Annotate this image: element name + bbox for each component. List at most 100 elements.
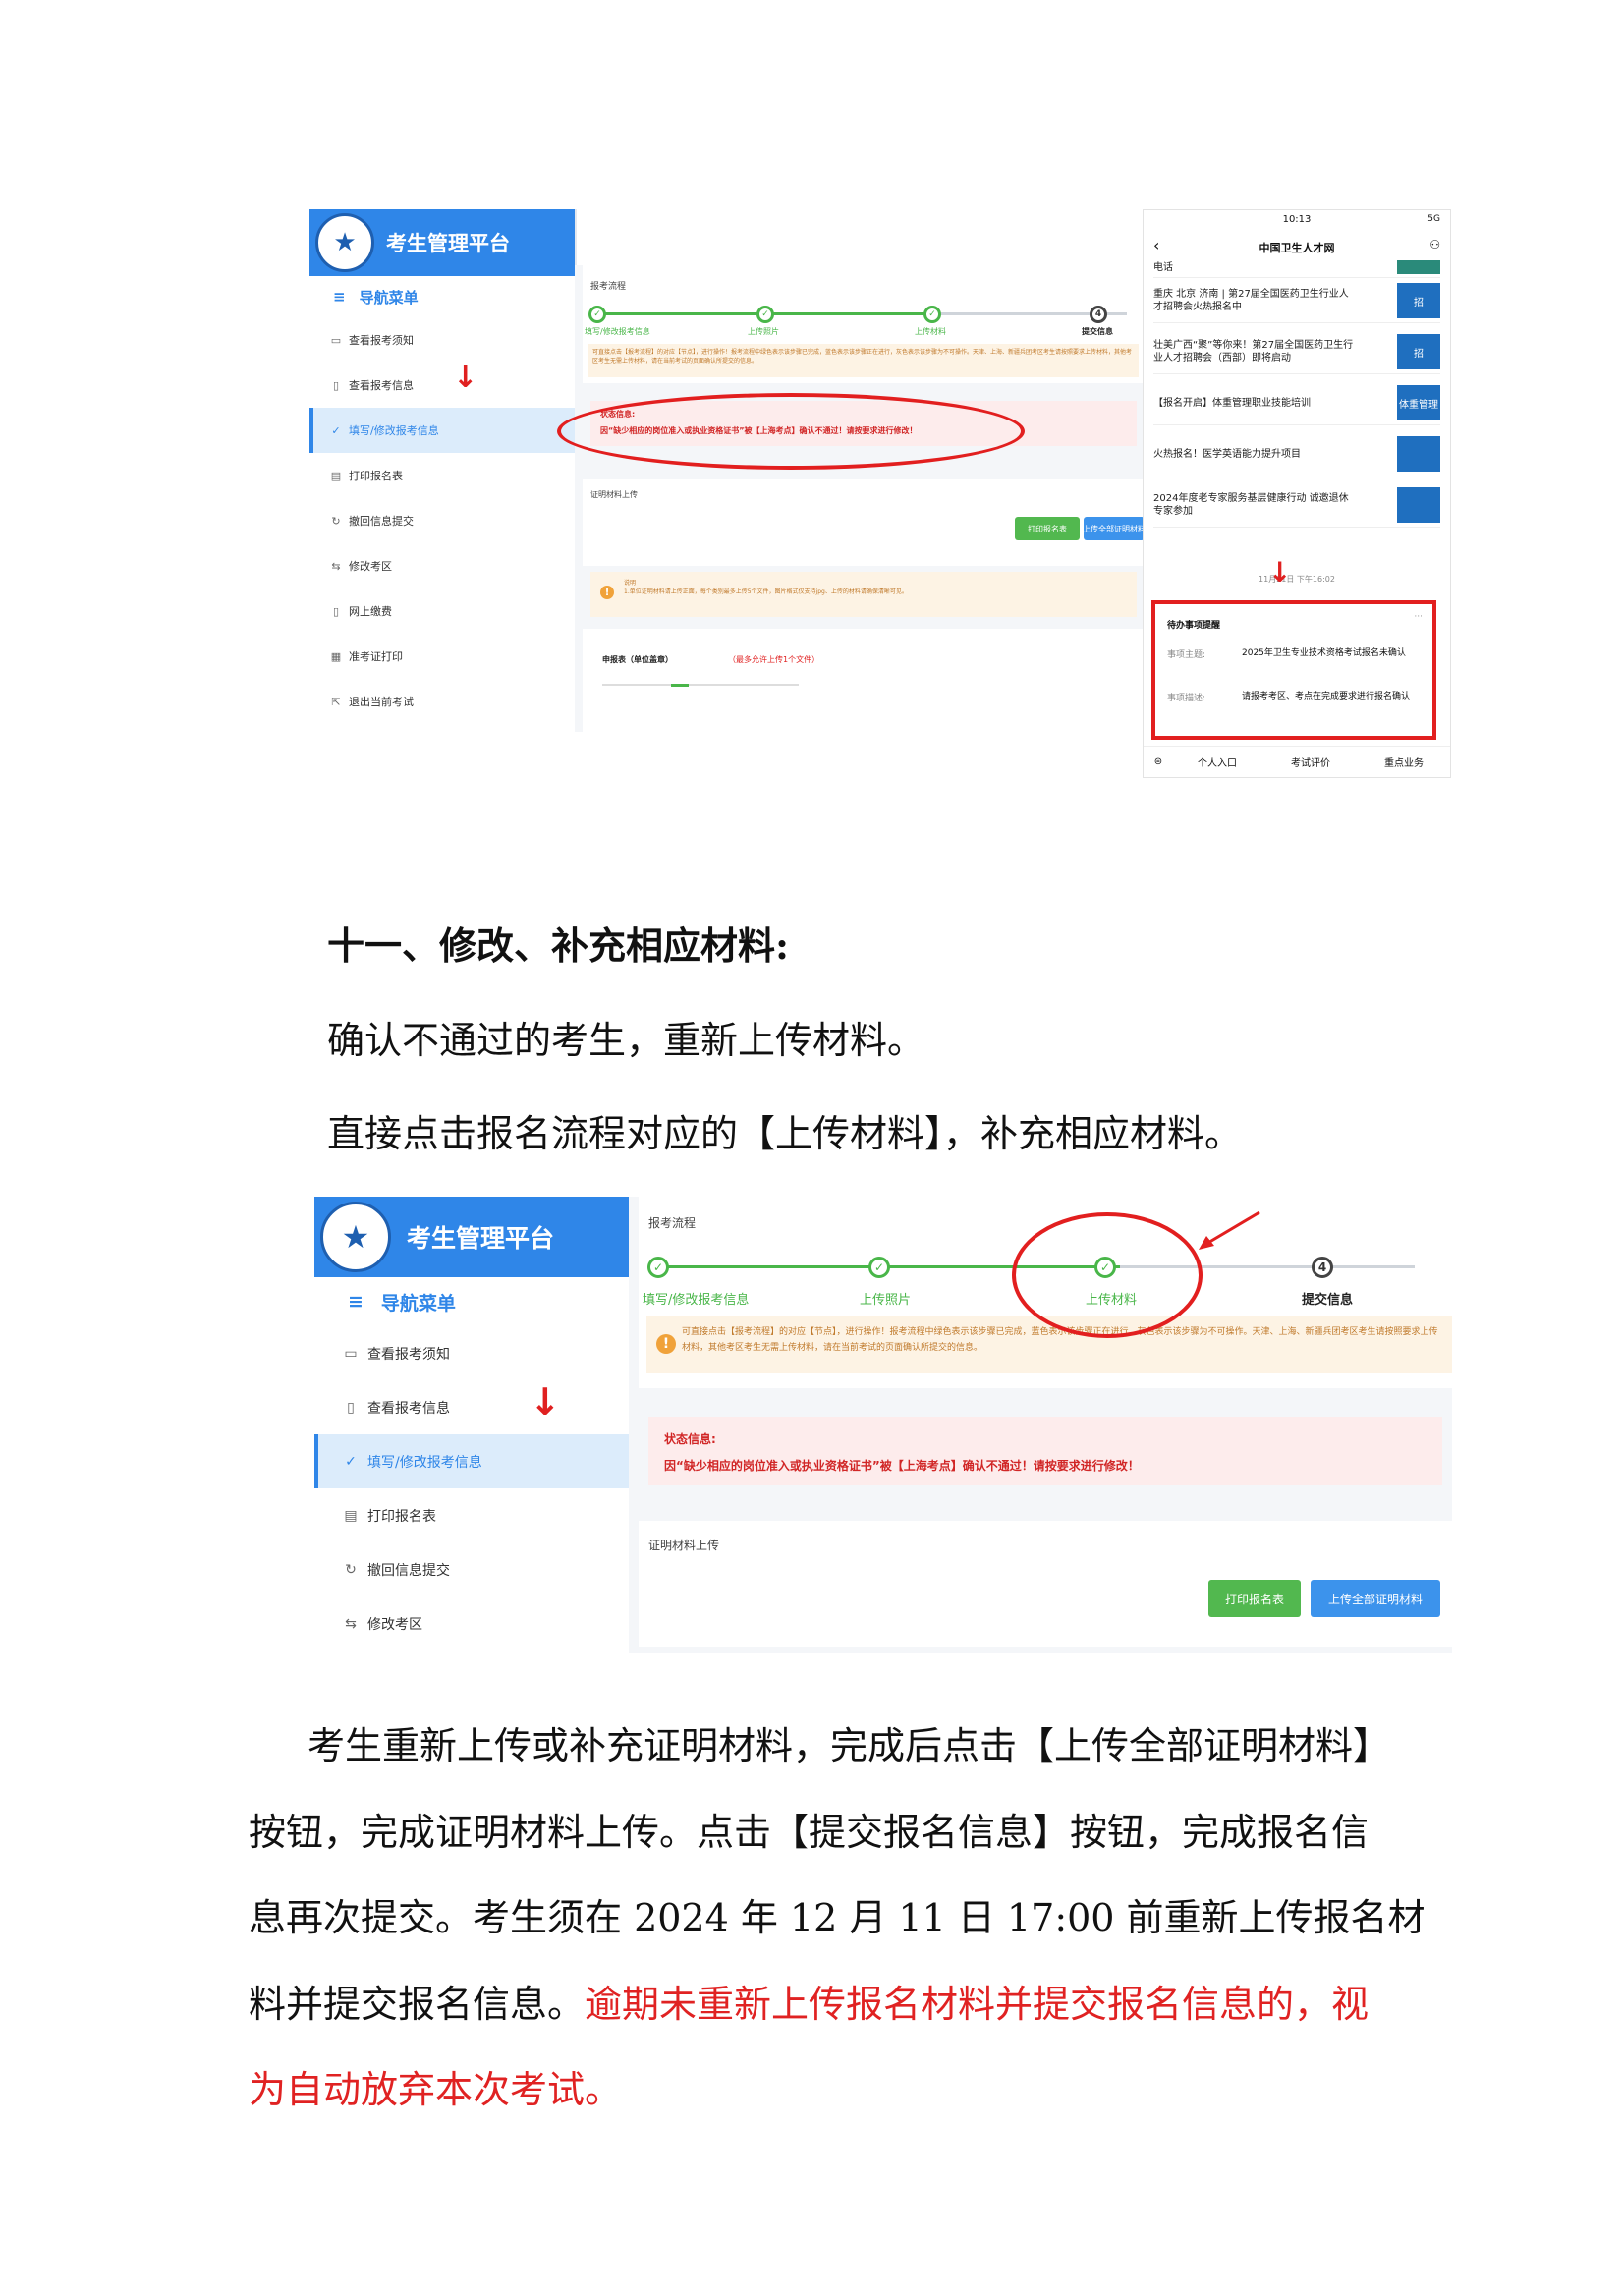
sidebar-item[interactable]: ⇱ 退出当前考试 [309,679,575,724]
sidebar-item[interactable]: ▯ 网上缴费 [309,588,575,634]
news-item[interactable]: 【报名开启】体重管理职业技能培训 体重管理 [1153,381,1440,425]
phone-screenshot: 10:13 5G ‹ 中国卫生人才网 ⚇ 电话 重庆 北京 济南 | 第27届全国… [1143,209,1451,778]
sidebar-item[interactable]: ✓ 填写/修改报考信息 [314,1434,629,1488]
sidebar-item[interactable]: ▯ 查看报考信息 [314,1380,629,1434]
sidebar-item-label: 网上缴费 [349,605,392,618]
sidebar-item[interactable]: ▤ 打印报名表 [314,1488,629,1542]
sidebar-item[interactable]: ⇆ 修改考区 [309,543,575,588]
paragraph-1: 确认不通过的考生，重新上传材料。 [327,1019,925,1062]
sidebar-item[interactable]: ⇆ 修改考区 [314,1596,629,1651]
keyboard-icon[interactable]: ⊜ [1144,756,1173,767]
upload-card: 证明材料上传 打印报名表 上传全部证明材料 [583,479,1145,566]
down-arrow-icon: ↓ [453,361,478,395]
sidebar-item-label: 填写/修改报考信息 [367,1454,482,1471]
section-heading: 十一、修改、补充相应材料: [327,924,790,968]
step-4-dot[interactable]: 4 [1312,1257,1333,1278]
sidebar: ★ 考生管理平台 ≡ 导航菜单 ▭ 查看报考须知 ▯ 查看报考信息 ✓ 填写/修改报考信息… [309,209,577,732]
tab-exam[interactable]: 考试评价 [1261,755,1360,769]
material-hint: （最多允许上传1个文件） [728,655,820,664]
upload-all-button[interactable]: 上传全部证明材料 [1084,517,1145,540]
body-line-5: 为自动放弃本次考试。 [249,2068,623,2111]
sidebar-item[interactable]: ▤ 打印报名表 [309,453,575,498]
sidebar-item-label: 退出当前考试 [349,696,414,708]
menu-item-icon: ⇱ [331,695,341,708]
step-4-dot[interactable]: 4 [1090,306,1107,323]
status-text: 因“缺少相应的岗位准入或执业资格证书”被【上海考点】确认不通过！请按要求进行修改… [664,1459,1140,1473]
sidebar-item[interactable]: ✓ 填写/修改报考信息 [309,408,575,453]
sidebar-item-label: 填写/修改报考信息 [349,424,439,437]
upload-all-button[interactable]: 上传全部证明材料 [1311,1580,1440,1617]
menu-icon: ≡ [348,1291,364,1313]
progress-card: 报考流程 ✓ ✓ ✓ 4 填写/修改报考信息 上传照片 上传材料 提交信息 可直… [583,265,1145,383]
step-1-dot[interactable]: ✓ [588,306,606,323]
body-line-4-black: 料并提交报名信息。 [249,1983,586,2026]
step-2-label[interactable]: 上传照片 [860,1289,911,1308]
sidebar-item-label: 查看报考信息 [367,1400,450,1417]
news-thumbnail [1397,436,1440,472]
menu-item-icon: ▯ [332,378,340,392]
sidebar: ★ 考生管理平台 ≡ 导航菜单 ▭ 查看报考须知 ▯ 查看报考信息 ✓ 填写/修改报考信息… [314,1197,631,1653]
print-form-button[interactable]: 打印报名表 [1015,517,1080,540]
sidebar-item-label: 查看报考信息 [349,379,414,392]
news-thumbnail [1397,487,1440,523]
news-item[interactable]: 火热报名！医学英语能力提升项目 [1153,432,1440,476]
sidebar-item[interactable]: ▭ 查看报考须知 [314,1326,629,1380]
tabbar: ⊜ 个人入口 考试评价 重点业务 [1144,746,1450,776]
sidebar-item-label: 修改考区 [367,1616,422,1633]
down-arrow-icon: ↓ [1268,556,1292,588]
section-label: 报考流程 [590,282,627,292]
step-2-dot[interactable]: ✓ [868,1257,890,1278]
sidebar-item[interactable]: ↻ 撤回信息提交 [314,1542,629,1596]
sidebar-item[interactable]: ▭ 查看报考须知 [309,317,575,363]
upload-card: 证明材料上传 打印报名表 上传全部证明材料 [639,1521,1452,1647]
menu-item-icon: ✓ [331,423,341,437]
news-thumbnail: 体重管理 [1397,385,1440,420]
menu-item-icon: ▤ [344,1507,358,1524]
platform-header: ★ 考生管理平台 [309,209,575,276]
menu-item-icon: ▭ [344,1345,358,1362]
menu-icon: ≡ [333,288,346,306]
deadline-warning: 逾期未重新上传报名材料并提交报名信息的，视 [585,1983,1370,2026]
sidebar-item[interactable]: ▯ 查看报考信息 [309,363,575,408]
timestamp: 11月21日 下午16:02 [1259,575,1335,584]
status-box: 状态信息: 因“缺少相应的岗位准入或执业资格证书”被【上海考点】确认不通过！请按… [648,1417,1442,1485]
step-3-dot[interactable]: ✓ [923,306,941,323]
step-4-label[interactable]: 提交信息 [1302,1289,1353,1308]
sidebar-item[interactable]: ↻ 撤回信息提交 [309,498,575,543]
step-2-label[interactable]: 上传照片 [748,326,779,337]
sidebar-item-label: 打印报名表 [367,1508,436,1525]
news-item[interactable]: 重庆 北京 济南 | 第27届全国医药卫生行业人才招聘会火热报名中招 [1153,279,1440,323]
user-icon[interactable]: ⚇ [1429,238,1440,252]
tab-personal[interactable]: 个人入口 [1173,755,1261,769]
step-4-label[interactable]: 提交信息 [1082,326,1113,337]
step-1-dot[interactable]: ✓ [647,1257,669,1278]
news-item[interactable]: 2024年度老专家服务基层健康行动 诚邀退休专家参加 [1153,483,1440,528]
step-2-dot[interactable]: ✓ [756,306,774,323]
menu-item-icon: ↻ [345,1561,357,1578]
todo-card: 待办事项提醒 ··· 事项主题: 2025年卫生专业技术资格考试报名未确认 事项… [1151,600,1436,740]
nav-title: ≡ 导航菜单 [333,288,419,307]
body-line-4: 料并提交报名信息。逾期未重新上传报名材料并提交报名信息的，视 [249,1986,1369,2023]
status-title: 状态信息: [664,1432,716,1446]
phone-time: 10:13 [1282,214,1312,225]
step-3-label[interactable]: 上传材料 [915,326,946,337]
highlight-circle [557,393,1025,470]
tab-business[interactable]: 重点业务 [1360,755,1448,769]
logo-icon: ★ [315,213,374,272]
step-1-label[interactable]: 填写/修改报考信息 [585,326,650,337]
tip-box: ! 说明 1.单位证明材料请上传正面，每个类别最多上传5个文件，图片格式仅支持j… [590,572,1137,617]
step-1-label[interactable]: 填写/修改报考信息 [643,1289,749,1308]
menu-item-icon: ✓ [345,1453,357,1470]
news-item[interactable]: 壮美广西“聚”等你来！第27届全国医药卫生行业人才招聘会（西部）即将启动招 [1153,330,1440,374]
material-card: 申报表（单位盖章） （最多允许上传1个文件） [583,629,1145,732]
paragraph-2: 直接点击报名流程对应的【上传材料】，补充相应材料。 [327,1112,1243,1155]
sidebar-item[interactable]: ▦ 准考证打印 [309,634,575,679]
menu-item-icon: ▤ [330,469,342,482]
news-item[interactable]: 电话 [1153,257,1440,278]
print-form-button[interactable]: 打印报名表 [1208,1580,1301,1617]
sidebar-item-label: 打印报名表 [349,470,403,482]
body-line-1: 考生重新上传或补充证明材料，完成后点击【上传全部证明材料】 [308,1724,1391,1767]
section-label: 报考流程 [648,1216,697,1230]
sidebar-item-label: 查看报考须知 [349,334,414,347]
platform-header: ★ 考生管理平台 [314,1197,629,1277]
